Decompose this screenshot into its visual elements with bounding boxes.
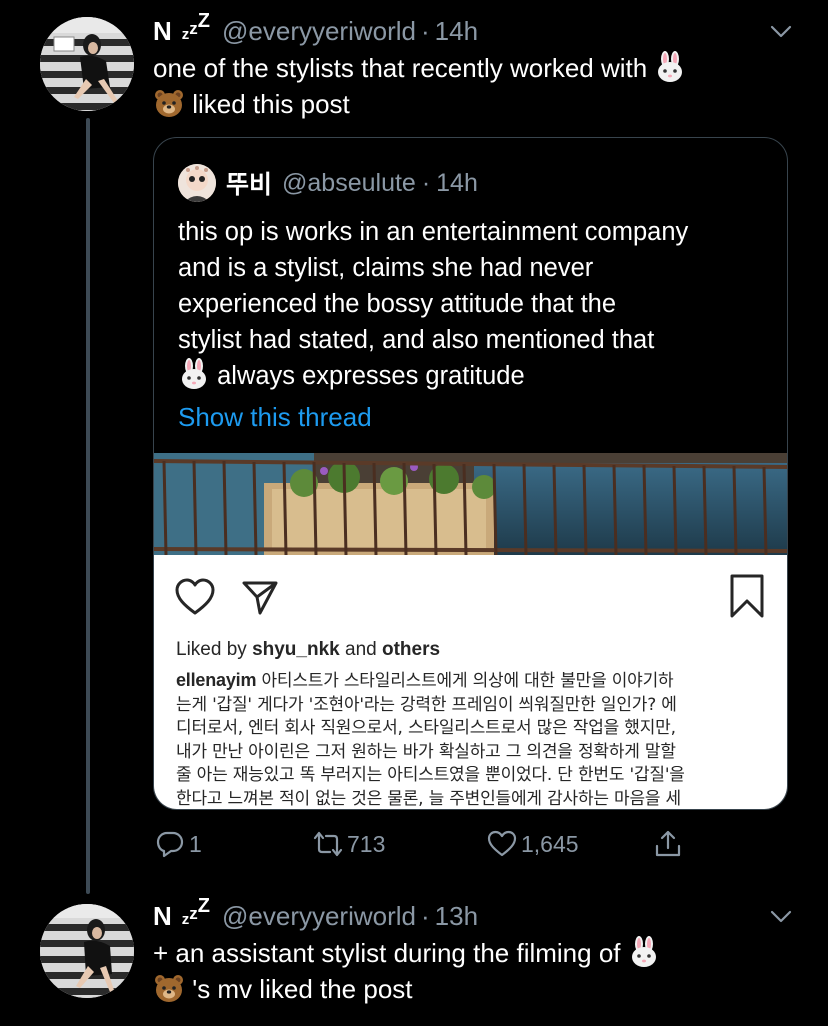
quoted-text-line: this op is works in an entertainment com…	[178, 218, 689, 246]
sleep-zzz-emoji: zzZ	[181, 9, 210, 43]
timestamp[interactable]: 14h	[435, 16, 478, 47]
tweet-text-line: 's mv liked the post	[153, 971, 773, 1007]
tweet-text-line: one of the stylists that recently worked…	[153, 50, 773, 86]
quoted-tweet-text: this op is works in an entertainment com…	[178, 214, 778, 394]
heart-icon	[174, 577, 216, 617]
retweet-count: 713	[347, 830, 386, 857]
tweet-text: + an assistant stylist during the filmin…	[153, 935, 773, 1007]
thread-connector-line	[86, 118, 90, 894]
show-thread-link[interactable]: Show this thread	[178, 402, 372, 433]
retweet-button[interactable]: 713	[313, 822, 385, 866]
quoted-text-line: experienced the bossy attitude that the	[178, 290, 617, 318]
display-name[interactable]: N	[153, 16, 172, 47]
timestamp[interactable]: 13h	[435, 901, 478, 932]
quoted-tweet-header: 뚜비 @abseulute · 14h	[226, 166, 478, 200]
avatar[interactable]	[40, 17, 134, 111]
sleep-zzz-emoji: zzZ	[181, 894, 210, 928]
display-name[interactable]: N	[153, 901, 172, 932]
tweet-header: N zzZ @everyyeriworld · 14h	[153, 9, 478, 48]
rabbit-face-emoji	[628, 936, 660, 968]
reply-icon	[156, 831, 184, 858]
user-handle[interactable]: @everyyeriworld	[222, 16, 416, 47]
separator-dot: ·	[421, 15, 430, 46]
bear-face-emoji	[153, 87, 185, 119]
quoted-text-line: stylist had stated, and also mentioned t…	[178, 326, 655, 354]
instagram-screenshot: Liked by shyu_nkk and others ellenayim 아…	[154, 555, 787, 809]
like-count: 1,645	[521, 830, 579, 857]
quoted-display-name[interactable]: 뚜비	[226, 165, 272, 201]
tweet-text-line: + an assistant stylist during the filmin…	[153, 935, 773, 971]
share-button[interactable]	[653, 822, 687, 866]
tweet-header: N zzZ @everyyeriworld · 13h	[153, 894, 478, 933]
quoted-text-line: always expresses gratitude	[178, 358, 778, 394]
like-button[interactable]: 1,645	[487, 822, 579, 866]
reply-button[interactable]: 1	[155, 822, 202, 866]
avatar[interactable]	[40, 904, 134, 998]
rabbit-face-emoji	[178, 358, 210, 390]
instagram-caption: ellenayim 아티스트가 스타일리스트에게 의상에 대한 불만을 이야기하…	[176, 670, 685, 809]
chevron-down-icon[interactable]	[768, 18, 794, 44]
quoted-timestamp[interactable]: 14h	[436, 169, 478, 198]
liked-by-text: Liked by shyu_nkk and others	[176, 639, 441, 660]
tweet-text: one of the stylists that recently worked…	[153, 50, 773, 122]
tweet-text-line: liked this post	[153, 86, 773, 122]
retweet-icon	[313, 831, 343, 857]
next-action-bar-partial	[140, 1020, 700, 1026]
send-icon	[240, 577, 280, 617]
like-icon	[487, 830, 517, 857]
separator-dot: ·	[421, 900, 430, 931]
share-icon	[655, 830, 681, 857]
separator-dot: ·	[421, 168, 431, 197]
bookmark-icon	[728, 573, 766, 619]
quoted-user-handle[interactable]: @abseulute	[282, 169, 416, 198]
rabbit-face-emoji	[654, 51, 686, 83]
reply-count: 1	[189, 830, 202, 857]
user-handle[interactable]: @everyyeriworld	[222, 901, 416, 932]
tweet-action-bar: 1 713 1,645	[153, 822, 713, 866]
quoted-tweet-card[interactable]: 뚜비 @abseulute · 14h this op is works in …	[153, 137, 788, 810]
bear-face-emoji	[153, 972, 185, 1004]
quoted-text-line: and is a stylist, claims she had never	[178, 254, 594, 282]
chevron-down-icon[interactable]	[768, 903, 794, 929]
quoted-avatar[interactable]	[178, 164, 216, 202]
attached-photo[interactable]	[154, 453, 787, 555]
